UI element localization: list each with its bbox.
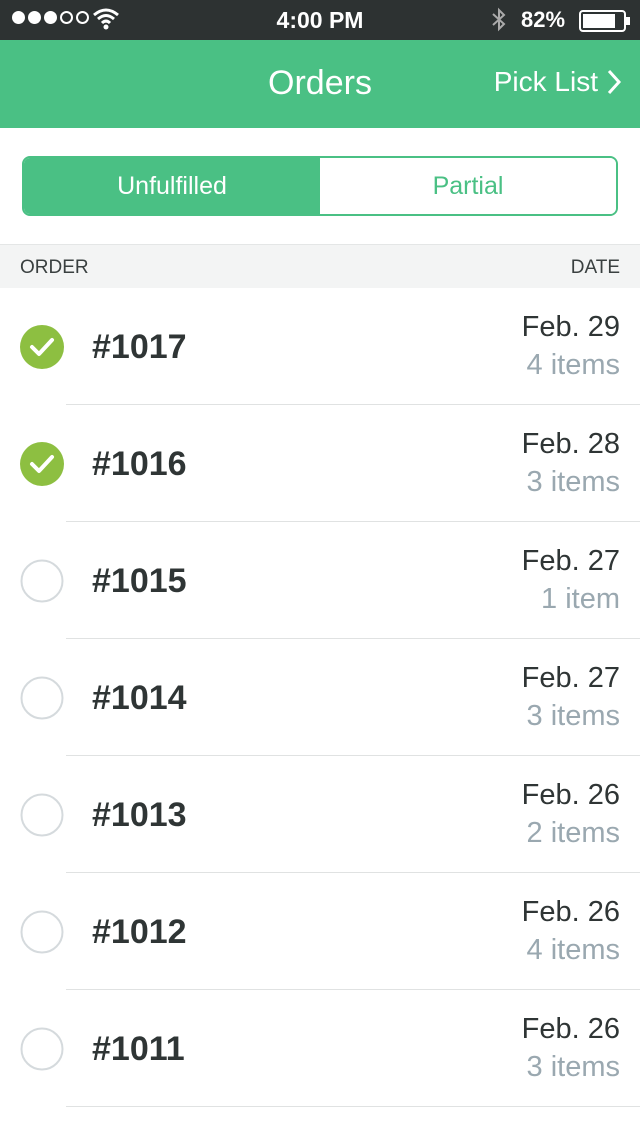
column-header-order: ORDER xyxy=(20,257,89,278)
order-item-count: 4 items xyxy=(526,934,620,966)
nav-bar: Orders Pick List xyxy=(0,40,640,128)
empty-circle-icon[interactable] xyxy=(20,1027,64,1071)
order-number: #1017 xyxy=(92,328,187,366)
order-row[interactable]: #1014 Feb. 27 3 items xyxy=(0,639,640,756)
order-row[interactable]: #1013 Feb. 26 2 items xyxy=(0,756,640,873)
order-date: Feb. 27 xyxy=(521,545,620,577)
checkmark-circle-icon[interactable] xyxy=(20,325,64,369)
order-item-count: 3 items xyxy=(526,1051,620,1083)
chevron-right-icon xyxy=(607,69,622,95)
order-date: Feb. 29 xyxy=(521,311,620,343)
order-number: #1011 xyxy=(92,1030,185,1068)
order-date: Feb. 27 xyxy=(521,662,620,694)
order-date: Feb. 26 xyxy=(521,1013,620,1045)
order-row[interactable]: #1017 Feb. 29 4 items xyxy=(0,288,640,405)
order-number: #1012 xyxy=(92,913,187,951)
segment-partial[interactable]: Partial xyxy=(320,158,616,214)
pick-list-label: Pick List xyxy=(493,66,598,97)
order-list: #1017 Feb. 29 4 items #1016 Feb. 28 3 it… xyxy=(0,288,640,1107)
order-item-count: 3 items xyxy=(526,466,620,498)
pick-list-button[interactable]: Pick List xyxy=(494,66,622,98)
segmented-control: Unfulfilled Partial xyxy=(22,156,618,216)
empty-circle-icon[interactable] xyxy=(20,793,64,837)
bluetooth-icon xyxy=(490,7,508,38)
battery-percent: 82% xyxy=(521,7,566,32)
order-number: #1015 xyxy=(92,562,187,600)
order-date: Feb. 26 xyxy=(521,896,620,928)
order-date: Feb. 28 xyxy=(521,428,620,460)
order-number: #1016 xyxy=(92,445,187,483)
order-number: #1013 xyxy=(92,796,187,834)
battery-icon xyxy=(579,10,631,37)
order-row[interactable]: #1015 Feb. 27 1 item xyxy=(0,522,640,639)
empty-circle-icon[interactable] xyxy=(20,676,64,720)
checkmark-circle-icon[interactable] xyxy=(20,442,64,486)
empty-circle-icon[interactable] xyxy=(20,910,64,954)
order-item-count: 1 item xyxy=(541,583,620,615)
order-item-count: 2 items xyxy=(526,817,620,849)
status-bar: 4:00 PM 82% xyxy=(0,0,640,40)
order-row[interactable]: #1016 Feb. 28 3 items xyxy=(0,405,640,522)
segment-unfulfilled[interactable]: Unfulfilled xyxy=(24,158,320,214)
order-item-count: 4 items xyxy=(526,349,620,381)
order-date: Feb. 26 xyxy=(521,779,620,811)
order-row[interactable]: #1012 Feb. 26 4 items xyxy=(0,873,640,990)
list-header: ORDER DATE xyxy=(0,244,640,288)
column-header-date: DATE xyxy=(570,257,620,278)
empty-circle-icon[interactable] xyxy=(20,559,64,603)
order-row[interactable]: #1011 Feb. 26 3 items xyxy=(0,990,640,1107)
order-number: #1014 xyxy=(92,679,187,717)
order-item-count: 3 items xyxy=(526,700,620,732)
